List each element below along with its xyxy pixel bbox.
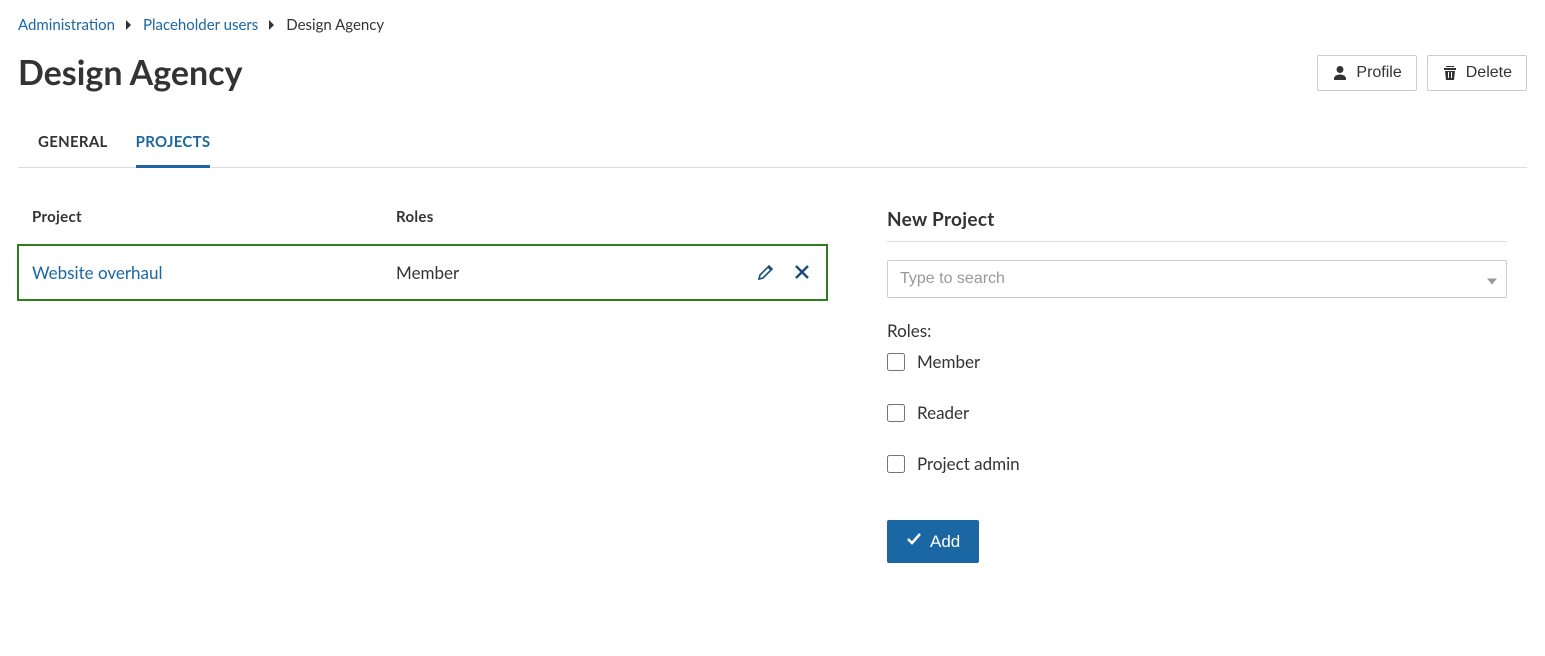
- role-checkbox-member[interactable]: [887, 353, 905, 371]
- main-content: Project Roles Website overhaul Member: [18, 208, 1527, 563]
- role-label: Project admin: [917, 453, 1020, 474]
- profile-button-label: Profile: [1356, 64, 1401, 82]
- profile-button[interactable]: Profile: [1317, 55, 1416, 91]
- table-row: Website overhaul Member: [18, 245, 827, 300]
- role-label: Reader: [917, 402, 969, 423]
- role-checkbox-reader[interactable]: [887, 404, 905, 422]
- role-option-project-admin[interactable]: Project admin: [887, 453, 1507, 474]
- new-project-title: New Project: [887, 208, 1507, 242]
- tabs: General Projects: [18, 123, 1527, 168]
- breadcrumb-current: Design Agency: [286, 16, 384, 34]
- column-header-roles: Roles: [382, 208, 737, 245]
- pencil-icon: [757, 263, 775, 281]
- add-button-label: Add: [930, 532, 960, 552]
- breadcrumb-link-administration[interactable]: Administration: [18, 16, 115, 34]
- role-option-reader[interactable]: Reader: [887, 402, 1507, 423]
- page-title: Design Agency: [18, 52, 243, 93]
- role-checkbox-project-admin[interactable]: [887, 455, 905, 473]
- project-search-input[interactable]: [887, 260, 1507, 298]
- chevron-right-icon: [125, 20, 133, 30]
- delete-button-label: Delete: [1466, 64, 1512, 82]
- project-search-wrapper: [887, 260, 1507, 298]
- check-icon: [906, 531, 922, 552]
- role-option-member[interactable]: Member: [887, 351, 1507, 372]
- projects-table: Project Roles Website overhaul Member: [18, 208, 827, 300]
- edit-row-button[interactable]: [755, 261, 777, 283]
- role-label: Member: [917, 351, 980, 372]
- tab-general[interactable]: General: [38, 123, 108, 168]
- column-header-project: Project: [18, 208, 382, 245]
- roles-label: Roles:: [887, 320, 1507, 341]
- add-button[interactable]: Add: [887, 520, 979, 563]
- tab-projects[interactable]: Projects: [136, 123, 211, 168]
- project-roles-cell: Member: [382, 245, 737, 300]
- header-actions: Profile Delete: [1317, 55, 1527, 91]
- project-link[interactable]: Website overhaul: [32, 262, 163, 283]
- delete-button[interactable]: Delete: [1427, 55, 1527, 91]
- user-icon: [1332, 65, 1348, 81]
- new-project-panel: New Project Roles: Member Reader Project…: [887, 208, 1527, 563]
- trash-icon: [1442, 65, 1458, 81]
- breadcrumb: Administration Placeholder users Design …: [18, 16, 1527, 34]
- projects-panel: Project Roles Website overhaul Member: [18, 208, 837, 563]
- remove-row-button[interactable]: [791, 261, 813, 283]
- chevron-right-icon: [268, 20, 276, 30]
- page-header: Design Agency Profile Delete: [18, 52, 1527, 93]
- close-icon: [793, 263, 811, 281]
- breadcrumb-link-placeholder-users[interactable]: Placeholder users: [143, 16, 258, 34]
